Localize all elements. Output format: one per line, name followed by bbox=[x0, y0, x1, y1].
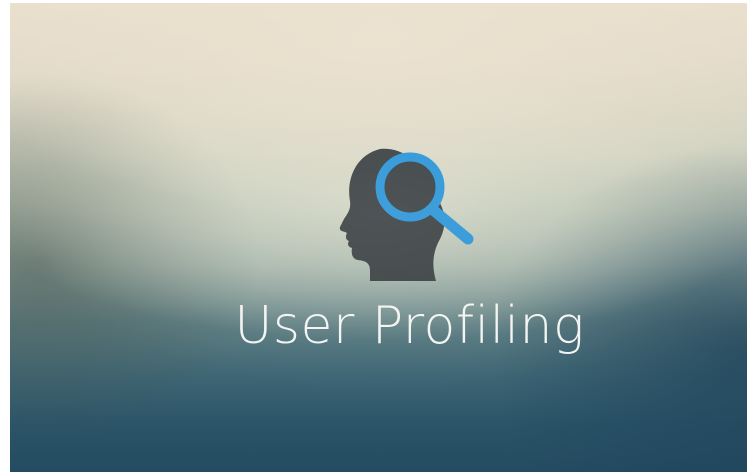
banner-title: User Profiling bbox=[234, 296, 585, 356]
head-with-magnifier-icon bbox=[339, 148, 474, 281]
image-frame: User Profiling bbox=[0, 0, 751, 475]
user-profiling-banner: User Profiling bbox=[10, 3, 747, 472]
magnifier-lens-icon bbox=[375, 152, 445, 222]
